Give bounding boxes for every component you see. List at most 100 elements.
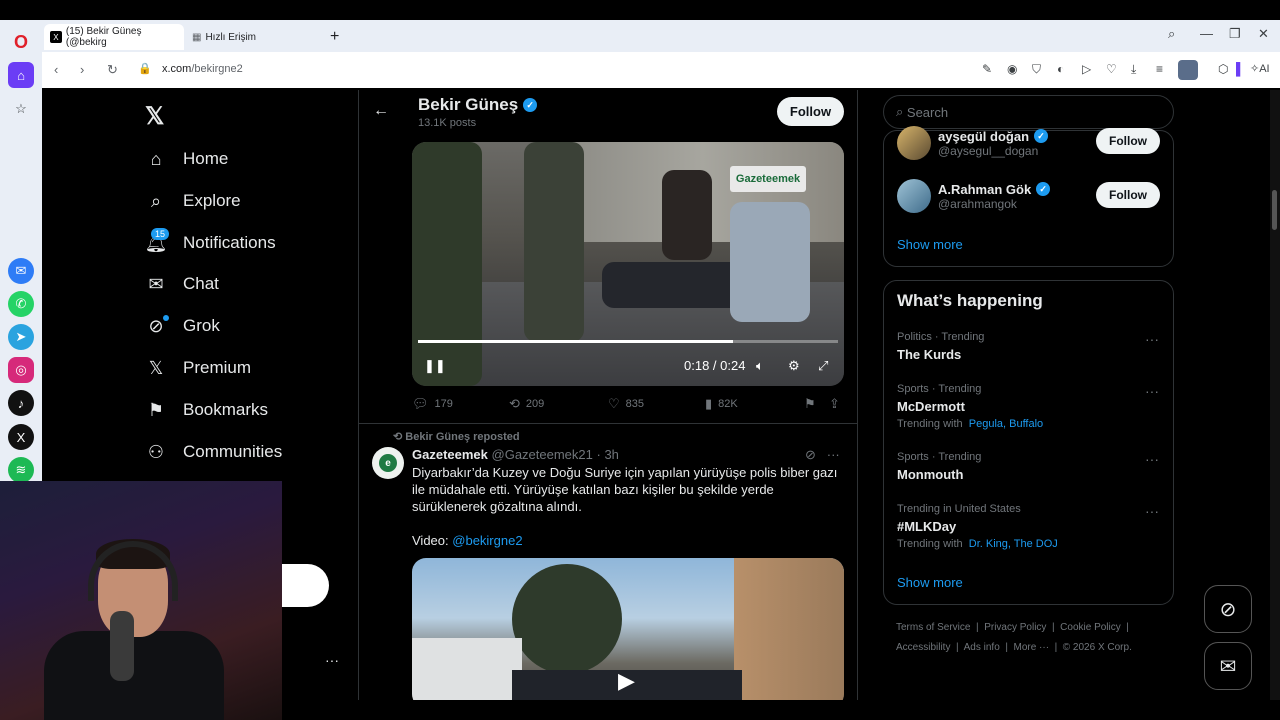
show-more-trends-link[interactable]: Show more — [897, 575, 963, 590]
cube-icon[interactable]: ⬡ — [1218, 62, 1228, 76]
footer-link[interactable]: Privacy Policy — [984, 622, 1046, 633]
repost-action[interactable]: ⟲ 209 — [509, 396, 544, 412]
nav-communities[interactable]: ⚇ Communities — [145, 437, 282, 467]
menu-icon[interactable]: ≡ — [1156, 62, 1163, 76]
x-app-icon[interactable]: X — [8, 424, 34, 450]
ai-bar-icon: ▌ — [1236, 62, 1245, 76]
reply-action[interactable]: 💬︎ 179 — [412, 396, 453, 412]
trend-more-icon[interactable]: ··· — [1145, 503, 1159, 519]
like-action[interactable]: ♡ 835 — [608, 396, 644, 412]
mute-icon[interactable]: 🔈︎ — [756, 358, 764, 374]
nav-explore[interactable]: ⌕ Explore — [145, 186, 241, 216]
more-options-icon[interactable]: ··· — [827, 447, 840, 462]
footer-link[interactable]: Terms of Service — [896, 622, 970, 633]
trend-item[interactable]: Trending in United States #MLKDay Trendi… — [897, 503, 1058, 550]
follow-button[interactable]: Follow — [1096, 128, 1160, 154]
video-progress-bar[interactable] — [418, 340, 838, 343]
nav-notifications[interactable]: 🔔︎ 15 Notifications — [145, 228, 276, 258]
maximize-button[interactable]: ❐ — [1229, 26, 1241, 42]
trend-item[interactable]: Sports · Trending McDermott Trending wit… — [897, 383, 1043, 430]
post-button-partial[interactable] — [282, 564, 329, 607]
video-figure — [662, 170, 712, 260]
close-window-button[interactable]: ✕ — [1258, 26, 1269, 42]
back-nav-icon[interactable]: ‹ — [54, 62, 58, 77]
shield-icon[interactable]: ⛉ — [1032, 62, 1041, 77]
suggested-user[interactable]: A.Rahman Gök ✓ @arahmangok — [897, 179, 1051, 213]
bookmark-action[interactable]: ⚑ — [804, 396, 822, 412]
search-tabs-icon[interactable]: ⌕ — [1168, 26, 1175, 42]
play-icon[interactable]: ▷ — [1082, 62, 1091, 76]
follow-button[interactable]: Follow — [1096, 182, 1160, 208]
screen-top-strip — [0, 0, 1280, 20]
telegram-icon[interactable]: ➤ — [8, 324, 34, 350]
suggested-user[interactable]: ayşegül doğan ✓ @aysegul__dogan — [897, 126, 1049, 160]
home-icon[interactable]: ⌂ — [8, 62, 34, 88]
grok-small-icon[interactable]: ⊘ — [805, 447, 816, 462]
heart-icon[interactable]: ♡ — [1106, 62, 1117, 76]
opera-logo-icon[interactable]: O — [11, 32, 31, 52]
tab-quick-access[interactable]: ▦ Hızlı Erişim — [186, 24, 326, 50]
new-tab-button[interactable]: + — [330, 28, 339, 46]
account-more-icon[interactable]: ··· — [325, 652, 339, 668]
page-scrollbar[interactable] — [1270, 90, 1280, 700]
instagram-icon[interactable]: ◎ — [8, 357, 34, 383]
trend-more-icon[interactable]: ··· — [1145, 331, 1159, 347]
search-input[interactable]: ⌕ Search — [883, 95, 1174, 129]
follow-button[interactable]: Follow — [777, 97, 844, 126]
whatsapp-icon[interactable]: ✆ — [8, 291, 34, 317]
fullscreen-icon[interactable]: ⤢ — [818, 358, 828, 374]
trend-item[interactable]: Sports · Trending Monmouth — [897, 451, 981, 482]
nav-bookmarks[interactable]: ⚑ Bookmarks — [145, 395, 268, 425]
nav-grok[interactable]: ⊘ Grok — [145, 311, 220, 341]
minimize-button[interactable]: — — [1200, 26, 1213, 41]
tweet-video-2[interactable]: ▶ — [412, 558, 844, 700]
edit-icon[interactable]: ✎ — [982, 62, 992, 76]
grok-fab-icon[interactable]: ⊘ — [1204, 585, 1252, 633]
trend-with-links[interactable]: Dr. King, The DOJ — [969, 538, 1058, 550]
footer-link[interactable]: More ··· — [1014, 642, 1050, 653]
trend-more-icon[interactable]: ··· — [1145, 451, 1159, 467]
reload-icon[interactable]: ↻ — [107, 62, 118, 78]
trend-more-icon[interactable]: ··· — [1145, 383, 1159, 399]
nav-chat[interactable]: ✉ Chat — [145, 269, 218, 299]
scroll-thumb[interactable] — [1272, 190, 1277, 230]
tweet-text: Diyarbakır’da Kuzey ve Doğu Suriye için … — [412, 464, 848, 549]
show-more-link[interactable]: Show more — [897, 237, 963, 252]
forward-nav-icon[interactable]: › — [80, 62, 84, 77]
settings-icon[interactable]: ⚙ — [788, 358, 800, 374]
back-arrow-icon[interactable]: ← — [373, 102, 389, 120]
tweet-avatar[interactable]: e — [372, 447, 404, 479]
messenger-icon[interactable]: ✉ — [8, 258, 34, 284]
trend-with-label: Trending with — [897, 418, 963, 430]
play-icon[interactable]: ▶ — [618, 668, 635, 694]
tweet-divider — [358, 423, 857, 424]
tweet-time[interactable]: · 3h — [597, 447, 619, 462]
tweet-author-handle[interactable]: @Gazeteemek21 — [492, 447, 593, 462]
trend-item[interactable]: Politics · Trending The Kurds — [897, 331, 984, 362]
profile-avatar[interactable] — [1178, 60, 1198, 80]
tiktok-icon[interactable]: ♪ — [8, 390, 34, 416]
nav-home[interactable]: ⌂ Home — [145, 144, 229, 174]
tab-x-profile[interactable]: X (15) Bekir Güneş (@bekirg — [44, 24, 184, 50]
vpn-icon[interactable]: ◐ — [1057, 62, 1064, 76]
views-action[interactable]: ▮ 82K — [705, 396, 738, 412]
nav-premium[interactable]: 𝕏 Premium — [145, 353, 251, 383]
footer-link[interactable]: Ads info — [964, 642, 1000, 653]
tweet-video[interactable]: Gazeteemek ❚❚ 0:18 / 0:24 🔈︎ ⚙ ⤢ — [412, 142, 844, 386]
camera-icon[interactable]: ◉ — [1007, 62, 1017, 76]
suggested-user-name: ayşegül doğan — [938, 128, 1030, 144]
tweet-author-name[interactable]: Gazeteemek — [412, 447, 488, 462]
aria-ai-icon[interactable]: ✧AI — [1250, 62, 1270, 75]
x-logo-icon[interactable]: 𝕏 — [145, 102, 164, 131]
trend-with-links[interactable]: Pegula, Buffalo — [969, 418, 1043, 430]
spotify-icon[interactable]: ≋ — [8, 457, 34, 483]
download-icon[interactable]: ⤓ — [1131, 62, 1136, 77]
pause-icon[interactable]: ❚❚ — [424, 358, 446, 374]
url-field[interactable]: x.com/bekirgne2 — [162, 63, 243, 75]
footer-link[interactable]: Accessibility — [896, 642, 950, 653]
messages-fab-icon[interactable]: ✉ — [1204, 642, 1252, 690]
share-action[interactable]: ⇪ — [829, 396, 846, 412]
star-icon[interactable]: ☆ — [8, 96, 34, 122]
video-credit-mention[interactable]: @bekirgne2 — [452, 533, 522, 548]
footer-link[interactable]: Cookie Policy — [1060, 622, 1121, 633]
